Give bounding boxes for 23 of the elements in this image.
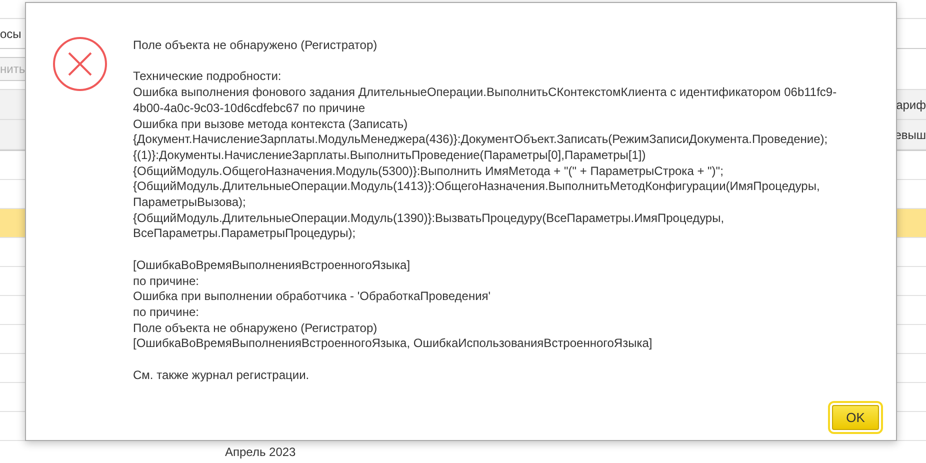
error-text-line: См. также журнал регистрации. (133, 368, 310, 384)
error-text-line: 4b00-4a0c-9c03-10d6cdfebc67 по причине (133, 100, 366, 116)
error-text-line: Поле объекта не обнаружено (Регистратор) (133, 38, 378, 54)
error-text-line: [ОшибкаВоВремяВыполненияВстроенногоЯзыка] (133, 258, 412, 274)
month-label: Апрель 2023 (225, 445, 296, 459)
error-text-line: по причине: (133, 304, 200, 321)
error-text-line: [ОшибкаВоВремяВыполненияВстроенногоЯзыка, ОшибкаИспользованияВстроенногоЯзыка] (133, 336, 654, 352)
error-icon (52, 36, 108, 92)
error-text-line: {ОбщийМодуль.ДлительныеОперации.Модуль(1390)}:ВызватьПроцедуру(ВсеПараметры.ИмяПроцедуры, (133, 210, 726, 226)
error-text-line: ВсеПараметры.ПараметрыПроцедуры); (133, 226, 357, 242)
error-text-line: {ОбщийМодуль.ОбщегоНазначения.Модуль(5300)}:Выполнить ИмяМетода + "(" + ПараметрыСтрока + ")"; (133, 164, 724, 180)
error-text-line: по причине: (133, 274, 200, 290)
error-text-line: Ошибка выполнения фонового задания ДлительныеОперации.ВыполнитьСКонтекстомКлиента с идентификатором 06b11fc9- (133, 85, 837, 101)
error-text-line: Ошибка при выполнении обработчика - 'ОбработкаПроведения' (133, 289, 492, 305)
error-text-line: Ошибка при вызове метода контекста (Записать) (133, 116, 409, 132)
tab[interactable]: осы (0, 22, 28, 44)
error-text-line: {ОбщийМодуль.ДлительныеОперации.Модуль(1413)}:ОбщегоНазначения.ВыполнитьМетодКонфигурации(ИмяПроцедуры, (133, 179, 821, 196)
error-text-line: {(1)}:Документы.НачислениеЗарплаты.ВыполнитьПроведение(Параметры[0],Параметры[1]) (133, 148, 647, 164)
error-text-line: Поле объекта не обнаружено (Регистратор) (133, 320, 378, 336)
error-text-line: {Документ.НачислениеЗарплаты.МодульМенеджера(436)}:ДокументОбъект.Записать(РежимЗаписиДокумента.Проведение); (133, 132, 829, 148)
column-header: ариф (896, 98, 926, 112)
error-text-line: Технические подробности: (133, 69, 282, 86)
error-text-line: ПараметрыВызова); (133, 195, 247, 211)
